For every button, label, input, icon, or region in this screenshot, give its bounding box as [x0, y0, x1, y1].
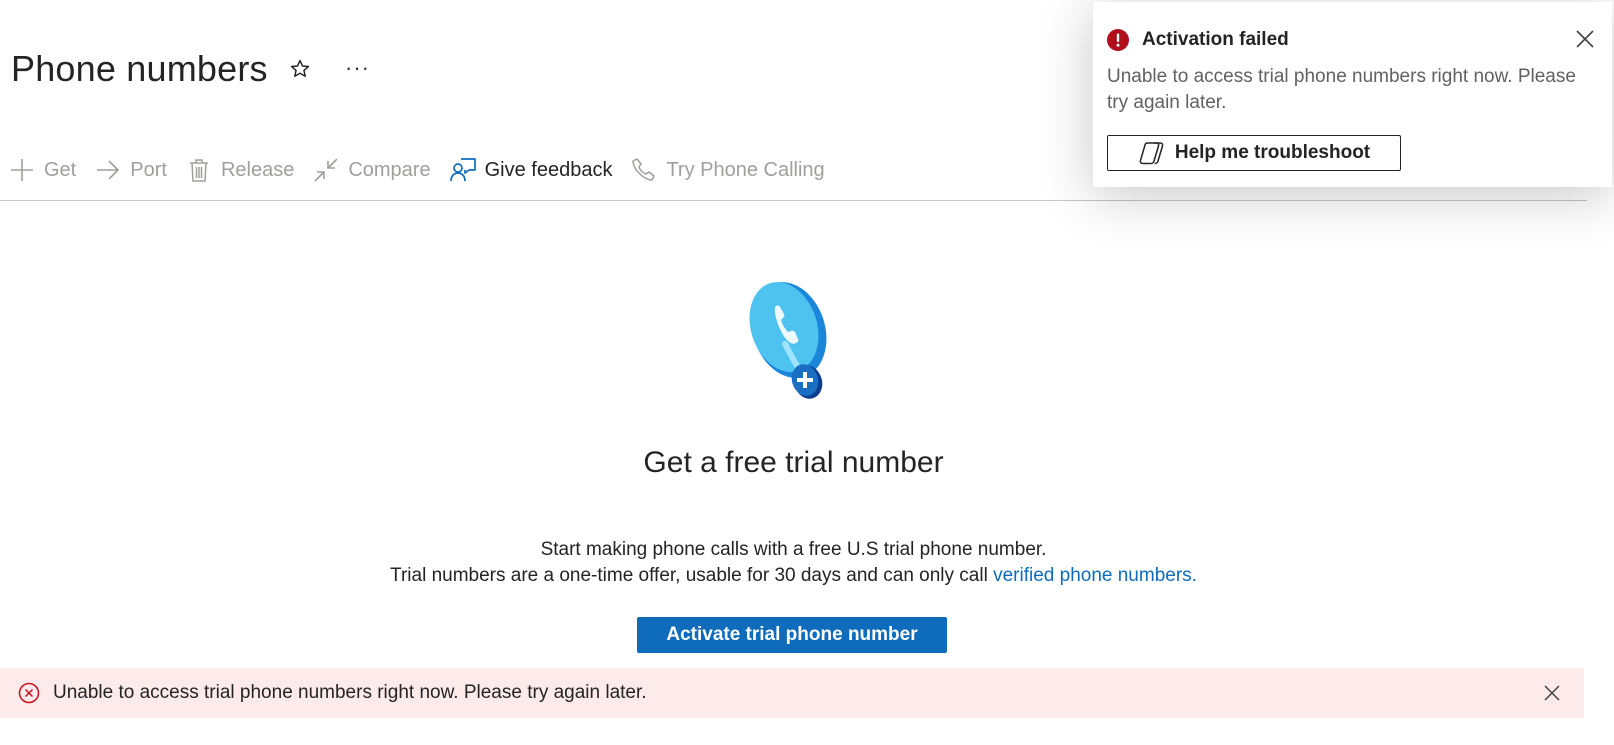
help-me-troubleshoot-label: Help me troubleshoot [1174, 142, 1371, 163]
get-button[interactable]: Get [0, 150, 86, 190]
try-phone-calling-label: Try Phone Calling [666, 158, 825, 181]
empty-state-line2: Trial numbers are a one-time offer, usab… [0, 563, 1587, 589]
try-phone-calling-button[interactable]: Try Phone Calling [622, 150, 834, 190]
error-badge-icon [1107, 29, 1129, 51]
empty-state-line2-text: Trial numbers are a one-time offer, usab… [390, 565, 994, 586]
error-message-bar: Unable to access trial phone numbers rig… [0, 668, 1584, 718]
empty-state-title: Get a free trial number [643, 446, 944, 479]
compare-button[interactable]: Compare [304, 150, 440, 190]
phone-icon [630, 156, 658, 184]
help-me-troubleshoot-button[interactable]: Help me troubleshoot [1107, 135, 1401, 171]
command-bar: Get Port Release Compare Give feedback T… [0, 150, 835, 190]
feedback-person-icon [449, 156, 477, 184]
plus-icon [8, 156, 36, 184]
toolbar-divider [0, 200, 1587, 201]
release-label: Release [220, 158, 295, 181]
activation-failed-toast: Activation failed Unable to access trial… [1092, 2, 1612, 187]
verified-phone-numbers-link[interactable]: verified phone numbers. [993, 565, 1197, 586]
favorite-star-icon[interactable] [287, 56, 313, 82]
toast-title: Activation failed [1142, 29, 1289, 50]
port-button[interactable]: Port [86, 150, 177, 190]
copilot-icon [1138, 140, 1166, 166]
compare-arrows-icon [312, 156, 340, 184]
activate-trial-button[interactable]: Activate trial phone number [637, 617, 947, 653]
error-circle-icon [17, 681, 41, 705]
more-options-button[interactable]: ··· [345, 57, 370, 79]
port-label: Port [130, 158, 167, 181]
get-label: Get [44, 158, 77, 181]
page-title: Phone numbers [11, 48, 268, 89]
toast-close-icon[interactable] [1574, 28, 1596, 50]
phone-add-illustration [745, 272, 845, 402]
give-feedback-button[interactable]: Give feedback [441, 150, 623, 190]
empty-state-description: Start making phone calls with a free U.S… [0, 537, 1587, 589]
error-close-icon[interactable] [1542, 683, 1562, 703]
give-feedback-label: Give feedback [484, 158, 613, 181]
release-button[interactable]: Release [177, 150, 304, 190]
trash-icon [185, 156, 213, 184]
arrow-right-icon [94, 156, 122, 184]
toast-message: Unable to access trial phone numbers rig… [1107, 66, 1576, 113]
error-message-text: Unable to access trial phone numbers rig… [53, 682, 647, 703]
compare-label: Compare [348, 158, 431, 181]
empty-state-line1: Start making phone calls with a free U.S… [540, 539, 1047, 560]
